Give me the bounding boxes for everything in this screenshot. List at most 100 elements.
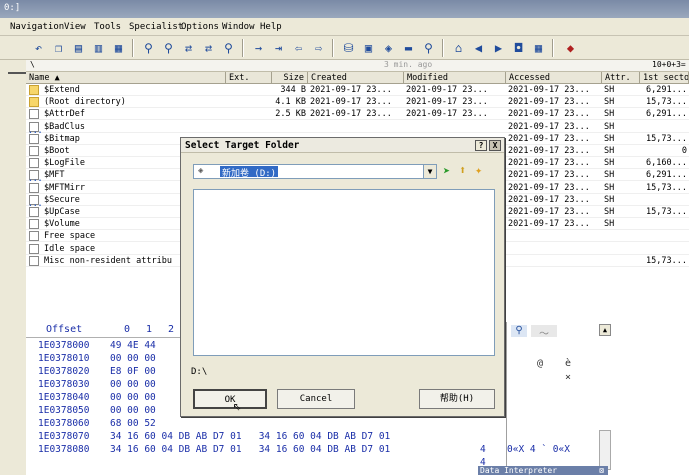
diamond-icon[interactable]: ◆ bbox=[562, 39, 579, 56]
col-first-sector[interactable]: 1st secto bbox=[640, 72, 689, 84]
menu-view[interactable]: View bbox=[64, 22, 86, 32]
menu-tools[interactable]: Tools bbox=[94, 22, 121, 32]
copy-icon[interactable]: ❐ bbox=[50, 39, 67, 56]
goto-sector-icon[interactable]: ⇥ bbox=[270, 39, 287, 56]
drive-select-value: 新加卷 (D:) bbox=[220, 166, 279, 179]
table-row[interactable]: $AttrDef 2.5 KB 2021-09-17 23... 2021-09-17… bbox=[26, 108, 689, 121]
hex-bytes[interactable]: 00 00 00 bbox=[110, 405, 156, 416]
close-icon[interactable]: X bbox=[489, 140, 501, 151]
magnifier-icon[interactable]: ⚲ bbox=[511, 325, 527, 337]
disk-list-icon[interactable]: ▬ bbox=[400, 39, 417, 56]
close-icon[interactable]: ⊠ bbox=[599, 466, 604, 475]
current-path: \ bbox=[30, 60, 35, 69]
menu-help[interactable]: Help bbox=[260, 22, 282, 32]
col-ext[interactable]: Ext. bbox=[226, 72, 272, 84]
cell-size: 2.5 KB bbox=[275, 109, 306, 120]
cell-sector: 15,73... bbox=[646, 182, 687, 193]
cell-size bbox=[272, 121, 308, 133]
menu-navigation[interactable]: Navigation bbox=[10, 22, 64, 32]
col-accessed[interactable]: Accessed bbox=[506, 72, 602, 84]
drive-select[interactable]: ◈ 新加卷 (D:) ▼ bbox=[193, 164, 437, 179]
hex-bytes[interactable]: 34 16 60 04 DB AB D7 01 34 16 60 04 DB A… bbox=[110, 444, 390, 455]
window-title: 0:] bbox=[4, 3, 21, 13]
col-size[interactable]: Size bbox=[272, 72, 308, 84]
file-icon bbox=[29, 109, 39, 120]
text-char-2: è bbox=[565, 358, 572, 369]
grid-icon[interactable]: ▦ bbox=[530, 39, 547, 56]
wave-icon[interactable]: 〜 bbox=[531, 325, 557, 340]
cancel-button[interactable]: Cancel bbox=[277, 389, 355, 409]
next-icon[interactable]: ▶ bbox=[490, 39, 507, 56]
cell-created: 2021-09-17 23... bbox=[310, 85, 392, 95]
case-icon[interactable]: ⌂ bbox=[450, 39, 467, 56]
folder-list[interactable] bbox=[193, 189, 495, 356]
find-icon[interactable]: ⚲ bbox=[140, 39, 157, 56]
back-arrow-icon[interactable]: ⇦ bbox=[290, 39, 307, 56]
col-attr[interactable]: Attr. bbox=[602, 72, 640, 84]
replace-icon[interactable]: ⇄ bbox=[180, 39, 197, 56]
hex-bytes[interactable]: 34 16 60 04 DB AB D7 01 34 16 60 04 DB A… bbox=[110, 431, 390, 442]
help-icon[interactable]: ? bbox=[475, 140, 487, 151]
scroll-up-icon[interactable]: ▲ bbox=[599, 324, 611, 336]
select-folder-dialog: Select Target Folder ? X ◈ 新加卷 (D:) ▼ ➤ … bbox=[180, 137, 505, 417]
forward-arrow-icon[interactable]: ⇨ bbox=[310, 39, 327, 56]
hex-offset: 1E0378030 bbox=[38, 379, 90, 390]
scrollbar-track[interactable] bbox=[599, 430, 611, 470]
text-pane[interactable]: ⚲ 〜 ▲ @ è × 0«X 4 ` 0«X bbox=[506, 322, 689, 475]
paste-block-icon[interactable]: ▥ bbox=[90, 39, 107, 56]
cell-size: 344 B bbox=[280, 85, 306, 95]
hex-offset: 1E0378070 bbox=[38, 431, 90, 442]
file-icon bbox=[28, 121, 42, 135]
mouse-pointer-icon: ⇖ bbox=[233, 398, 242, 414]
ok-button[interactable]: OK bbox=[193, 389, 267, 409]
open-ram-icon[interactable]: ▣ bbox=[360, 39, 377, 56]
cell-accessed: 2021-09-17 23... bbox=[508, 109, 590, 120]
new-folder-icon[interactable]: ✦ bbox=[475, 163, 482, 177]
open-disk-icon[interactable]: ⛁ bbox=[340, 39, 357, 56]
replace-hex-icon[interactable]: ⇄ bbox=[200, 39, 217, 56]
toolbar-separator bbox=[132, 39, 134, 57]
undo-icon[interactable]: ↶ bbox=[30, 39, 47, 56]
find-next-icon[interactable]: ⚲ bbox=[220, 39, 237, 56]
hex-bytes[interactable]: 68 00 52 bbox=[110, 418, 156, 429]
cell-modified: 2021-09-17 23... bbox=[406, 97, 488, 108]
help-button[interactable]: 帮助(H) bbox=[419, 389, 495, 409]
toolbar-separator bbox=[552, 39, 554, 57]
hex-bytes[interactable]: E8 0F 00 bbox=[110, 366, 156, 377]
camera-icon[interactable]: ◘ bbox=[510, 39, 527, 56]
prev-icon[interactable]: ◀ bbox=[470, 39, 487, 56]
hex-bytes[interactable]: 00 00 00 bbox=[110, 379, 156, 390]
up-folder-icon[interactable]: ⬆ bbox=[459, 163, 466, 177]
table-row[interactable]: $BadClus 2021-09-17 23... SH bbox=[26, 121, 689, 135]
menu-window[interactable]: Window bbox=[222, 22, 255, 32]
col-created[interactable]: Created bbox=[308, 72, 404, 84]
text-char-1: @ bbox=[537, 358, 544, 369]
menu-options[interactable]: Options bbox=[181, 22, 219, 32]
search-icon[interactable]: ⚲ bbox=[420, 39, 437, 56]
cell-ext bbox=[226, 108, 272, 120]
open-image-icon[interactable]: ◈ bbox=[380, 39, 397, 56]
chevron-down-icon[interactable]: ▼ bbox=[423, 165, 436, 178]
menu-specialist[interactable]: Specialist bbox=[129, 22, 183, 32]
hex-col-2: 2 bbox=[168, 324, 175, 335]
file-icon bbox=[29, 219, 39, 230]
hex-offset: 1E0378040 bbox=[38, 392, 90, 403]
strip-marker bbox=[8, 72, 26, 74]
data-interpreter-title[interactable]: Data Interpreter ⊠ bbox=[478, 466, 608, 475]
goto-offset-icon[interactable]: → bbox=[250, 39, 267, 56]
binary-icon[interactable]: ▦ bbox=[110, 39, 127, 56]
hex-bytes[interactable]: 49 4E 44 bbox=[110, 340, 156, 351]
toolbar-separator bbox=[242, 39, 244, 57]
hex-bytes[interactable]: 00 00 00 bbox=[110, 353, 156, 364]
col-modified[interactable]: Modified bbox=[404, 72, 506, 84]
col-name[interactable]: Name ▲ bbox=[26, 72, 226, 84]
table-row[interactable]: $Extend 344 B 2021-09-17 23... 2021-09-17 2… bbox=[26, 84, 689, 96]
snapshot-age: 3 min. ago bbox=[384, 60, 433, 69]
cell-accessed bbox=[506, 230, 602, 242]
go-icon[interactable]: ➤ bbox=[443, 164, 450, 178]
hex-bytes[interactable]: 00 00 00 bbox=[110, 392, 156, 403]
table-row[interactable]: (Root directory) 4.1 KB 2021-09-17 23... 20… bbox=[26, 96, 689, 109]
paste-icon[interactable]: ▤ bbox=[70, 39, 87, 56]
path-bar: \ 3 min. ago 10+0+3= bbox=[26, 60, 689, 72]
find-hex-icon[interactable]: ⚲ bbox=[160, 39, 177, 56]
